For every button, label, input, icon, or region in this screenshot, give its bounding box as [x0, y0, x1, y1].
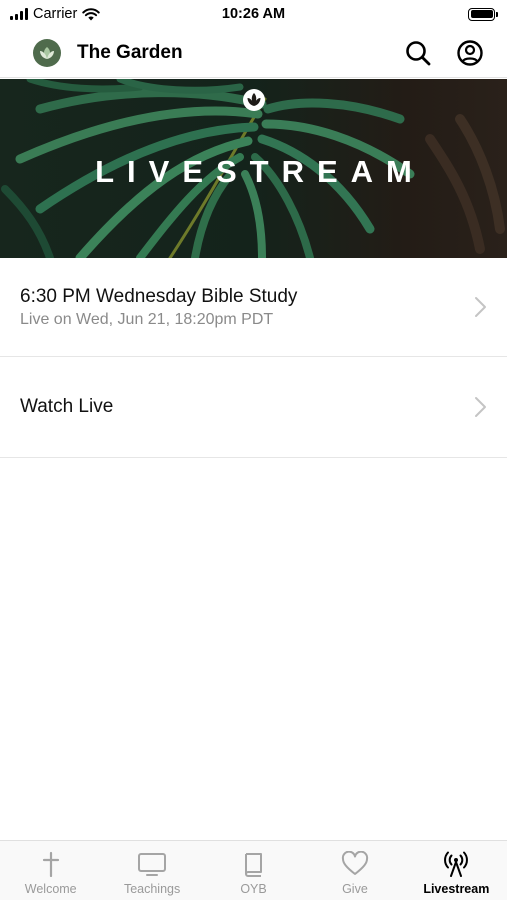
cross-icon — [36, 850, 66, 878]
hero-logo-icon — [243, 89, 265, 111]
page-title: The Garden — [77, 41, 183, 63]
tab-label: OYB — [240, 882, 267, 896]
list-item[interactable]: Watch Live — [0, 357, 507, 458]
tab-oyb[interactable]: OYB — [203, 841, 304, 900]
tab-label: Give — [342, 882, 368, 896]
livestream-screen: Carrier 10:26 AM The Garden LIVESTREAM 6… — [0, 0, 507, 900]
wifi-icon — [82, 7, 101, 20]
app-logo-icon — [33, 38, 61, 67]
list-item-text: Watch Live — [20, 396, 473, 418]
tab-label: Welcome — [24, 882, 77, 896]
carrier-label: Carrier — [33, 6, 78, 22]
tv-icon — [137, 850, 167, 878]
tab-teachings[interactable]: Teachings — [101, 841, 202, 900]
list-item[interactable]: 6:30 PM Wednesday Bible Study Live on We… — [0, 258, 507, 357]
list-item-title: Watch Live — [20, 396, 114, 417]
broadcast-icon — [441, 850, 471, 878]
signal-icon — [10, 8, 28, 20]
list-item-subtitle: Live on Wed, Jun 21, 18:20pm PDT — [20, 310, 274, 328]
tab-give[interactable]: Give — [304, 841, 405, 900]
tab-welcome[interactable]: Welcome — [0, 841, 101, 900]
account-button[interactable] — [453, 36, 487, 70]
status-bar: Carrier 10:26 AM — [0, 0, 507, 28]
tab-label: Livestream — [423, 882, 490, 896]
tab-bar: Welcome Teachings OYB Give Livestream — [0, 840, 507, 900]
livestream-list: 6:30 PM Wednesday Bible Study Live on We… — [0, 258, 507, 458]
chevron-right-icon — [475, 397, 486, 417]
account-icon — [457, 39, 483, 66]
book-icon — [239, 850, 269, 878]
heart-icon — [340, 850, 370, 878]
chevron-right-icon — [475, 297, 486, 317]
list-item-text: 6:30 PM Wednesday Bible Study Live on We… — [20, 286, 473, 329]
livestream-banner: LIVESTREAM — [0, 79, 507, 258]
nav-header: The Garden — [0, 28, 507, 78]
search-button[interactable] — [401, 36, 435, 70]
tab-livestream[interactable]: Livestream — [406, 841, 507, 900]
battery-icon — [468, 7, 498, 21]
banner-title: LIVESTREAM — [95, 154, 425, 189]
search-icon — [406, 40, 431, 65]
status-left: Carrier — [10, 6, 101, 22]
list-item-title: 6:30 PM Wednesday Bible Study — [20, 285, 298, 307]
tab-label: Teachings — [123, 882, 181, 896]
